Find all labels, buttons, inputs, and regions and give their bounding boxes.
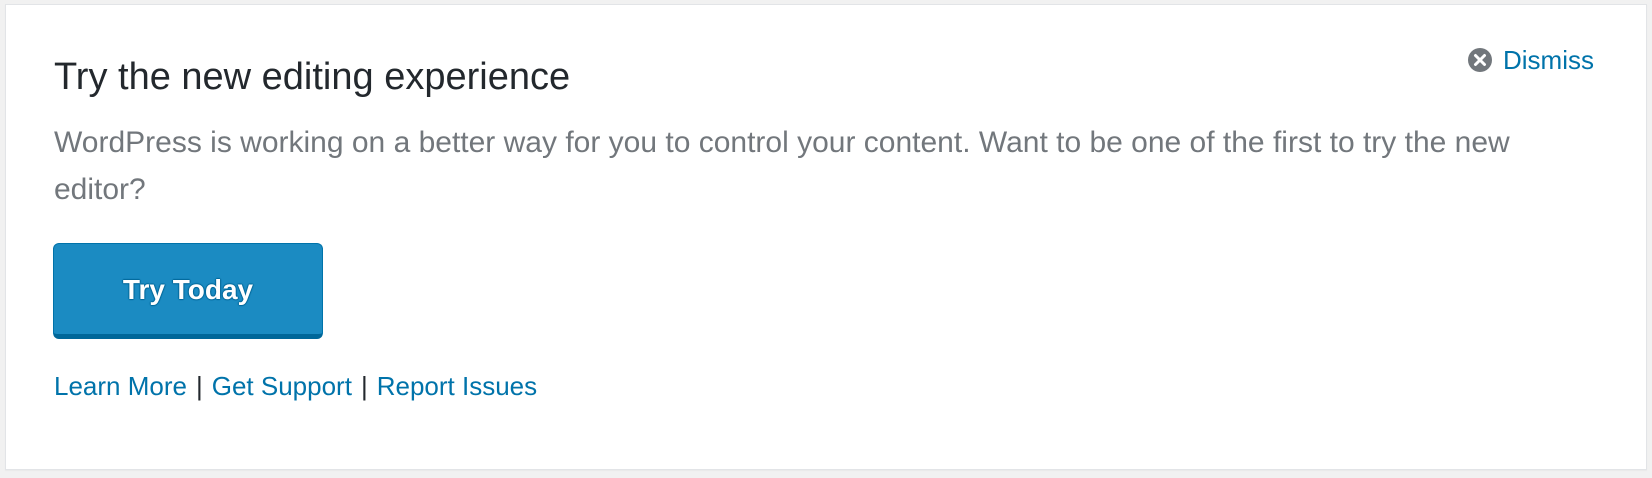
try-today-button[interactable]: Try Today <box>53 243 323 339</box>
notice-links: Learn More | Get Support | Report Issues <box>54 373 537 399</box>
notice-title: Try the new editing experience <box>54 56 571 98</box>
notice-description: WordPress is working on a better way for… <box>54 126 1510 206</box>
dismiss-button[interactable]: Dismiss <box>1467 47 1594 73</box>
get-support-link[interactable]: Get Support <box>212 373 352 399</box>
close-circle-icon <box>1468 48 1492 72</box>
learn-more-link[interactable]: Learn More <box>54 373 187 399</box>
editor-notice-panel: Dismiss Try the new editing experience W… <box>5 4 1647 470</box>
link-separator: | <box>195 371 203 401</box>
dismiss-label: Dismiss <box>1503 45 1594 75</box>
link-separator: | <box>360 371 368 401</box>
report-issues-link[interactable]: Report Issues <box>377 373 537 399</box>
